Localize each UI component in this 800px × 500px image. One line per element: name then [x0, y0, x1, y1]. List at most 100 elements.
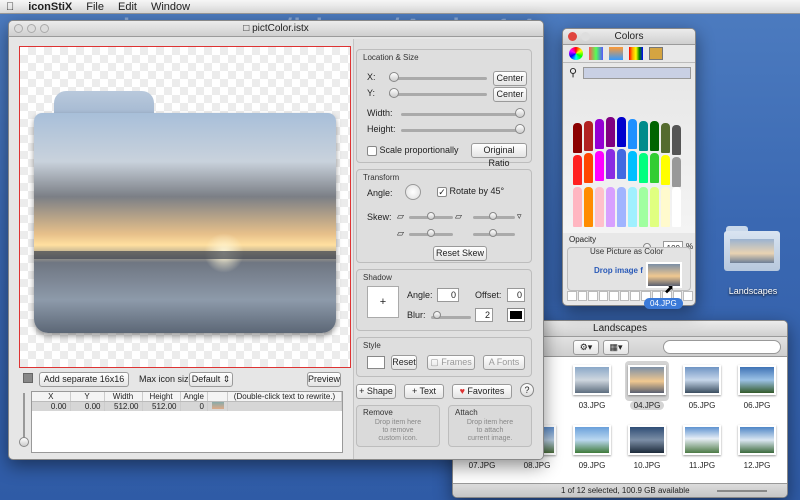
col-width[interactable]: Width: [104, 392, 143, 402]
desktop-folder-label: Landscapes: [728, 286, 778, 296]
file-thumb-11[interactable]: [683, 425, 721, 455]
rotate45-checkbox[interactable]: ✓: [437, 186, 447, 197]
cell-angle[interactable]: 0: [180, 401, 208, 411]
add-text-button[interactable]: + Text: [404, 384, 444, 399]
spectrum-icon[interactable]: [629, 47, 643, 60]
layer-vertical-slider[interactable]: [19, 393, 29, 449]
width-slider[interactable]: [401, 113, 521, 116]
angle-dial[interactable]: [405, 184, 421, 200]
add-separate-button[interactable]: Add separate 16x16: [39, 372, 129, 387]
minimize-icon[interactable]: [27, 24, 36, 33]
frames-button[interactable]: ▢ Frames: [427, 355, 475, 370]
x-slider[interactable]: [389, 77, 487, 80]
folder-image-preview: [34, 113, 336, 333]
apple-icon[interactable]: : [6, 1, 14, 13]
transform-group: Transform Angle: ✓ Rotate by 45° Skew: ▱…: [356, 169, 532, 263]
help-button[interactable]: ?: [520, 383, 534, 397]
separate-swatch[interactable]: [23, 373, 33, 383]
file-thumb-05[interactable]: [683, 365, 721, 395]
scale-label: Scale proportionally: [379, 145, 459, 155]
file-thumb-04[interactable]: [628, 365, 666, 395]
shadow-offset-field[interactable]: 0: [507, 288, 525, 302]
col-angle[interactable]: Angle: [180, 392, 208, 402]
shadow-blur-field[interactable]: 2: [475, 308, 493, 322]
height-knob[interactable]: [515, 124, 525, 134]
favorites-button[interactable]: ♥ Favorites: [452, 384, 512, 399]
original-ratio-button[interactable]: Original Ratio: [471, 143, 527, 168]
drop-image-hint[interactable]: Drop image f: [594, 266, 643, 275]
style-reset-button[interactable]: Reset: [391, 355, 417, 370]
rotate45-row[interactable]: ✓ Rotate by 45°: [437, 186, 504, 197]
menu-window[interactable]: Window: [151, 1, 190, 13]
skew-label: Skew:: [367, 212, 392, 222]
close-icon[interactable]: [568, 32, 577, 41]
cell-height[interactable]: 512.00: [142, 401, 181, 411]
cell-y[interactable]: 0.00: [70, 401, 105, 411]
cell-x[interactable]: 0.00: [32, 401, 71, 411]
file-label-07: 07.JPG: [468, 461, 496, 470]
fonts-button[interactable]: A Fonts: [483, 355, 525, 370]
file-thumb-09[interactable]: [573, 425, 611, 455]
table-row[interactable]: 0.00 0.00 512.00 512.00 0: [32, 401, 343, 411]
center-x-button[interactable]: Center: [493, 71, 527, 86]
remove-label: Remove: [363, 408, 393, 417]
file-thumb-03[interactable]: [573, 365, 611, 395]
menu-file[interactable]: File: [86, 1, 104, 13]
zoom-icon[interactable]: [40, 24, 49, 33]
shadow-direction-pad[interactable]: +: [367, 286, 399, 318]
height-slider[interactable]: [401, 129, 521, 132]
col-hint[interactable]: (Double-click text to rewrite.): [227, 392, 343, 402]
close-icon[interactable]: [14, 24, 23, 33]
icon-size-slider[interactable]: [717, 490, 767, 492]
crayon-box[interactable]: [563, 83, 695, 233]
cell-width[interactable]: 512.00: [104, 401, 143, 411]
shadow-blur-knob[interactable]: [433, 311, 441, 319]
col-thumb[interactable]: [207, 392, 228, 402]
icon-canvas[interactable]: [19, 46, 351, 368]
skew-v2-knob[interactable]: [489, 229, 497, 237]
style-color-well[interactable]: [367, 356, 385, 369]
y-knob[interactable]: [389, 88, 399, 98]
colors-modes: [563, 45, 695, 63]
desktop-folder-icon[interactable]: [722, 222, 782, 272]
skew-v1-knob[interactable]: [427, 229, 435, 237]
shadow-label: Shadow: [363, 273, 392, 282]
add-shape-button[interactable]: + Shape: [356, 384, 396, 399]
skew-h1-knob[interactable]: [427, 212, 435, 220]
width-knob[interactable]: [515, 108, 525, 118]
shadow-color-well[interactable]: [507, 308, 525, 322]
file-thumb-10[interactable]: [628, 425, 666, 455]
shadow-angle-field[interactable]: 0: [437, 288, 459, 302]
col-height[interactable]: Height: [142, 392, 181, 402]
preview-button[interactable]: Preview: [307, 372, 341, 387]
file-thumb-12[interactable]: [738, 425, 776, 455]
skew-v-left-icon: ▱: [397, 228, 404, 238]
color-wheel-icon[interactable]: [569, 47, 583, 60]
sliders-icon[interactable]: [589, 47, 603, 60]
skew-left-icon: ▱: [397, 211, 404, 221]
menu-edit[interactable]: Edit: [118, 1, 137, 13]
scale-checkbox-row[interactable]: Scale proportionally: [367, 145, 459, 156]
skew-h2-knob[interactable]: [489, 212, 497, 220]
finder-search-input[interactable]: [663, 340, 781, 354]
remove-dropzone[interactable]: Remove Drop item here to remove custom i…: [356, 405, 440, 447]
attach-dropzone[interactable]: Attach Drop item here to attach current …: [448, 405, 532, 447]
center-y-button[interactable]: Center: [493, 87, 527, 102]
palettes-icon[interactable]: [609, 47, 623, 60]
x-label: X:: [367, 72, 376, 82]
main-titlebar: □ pictColor.istx: [9, 21, 543, 37]
file-thumb-06[interactable]: [738, 365, 776, 395]
action-gear-button[interactable]: ⚙▾: [573, 340, 599, 355]
max-icon-size-select[interactable]: Default ⇕: [189, 372, 233, 387]
magnifier-icon[interactable]: ⚲: [569, 66, 577, 79]
crayons-icon[interactable]: [649, 47, 663, 60]
menu-app[interactable]: iconStiX: [28, 1, 72, 13]
col-y[interactable]: Y: [70, 392, 105, 402]
x-knob[interactable]: [389, 72, 399, 82]
y-slider[interactable]: [389, 93, 487, 96]
cell-thumb-icon: [207, 401, 228, 411]
col-x[interactable]: X: [32, 392, 71, 402]
arrange-button[interactable]: ▦▾: [603, 340, 629, 355]
reset-skew-button[interactable]: Reset Skew: [433, 246, 487, 261]
scale-checkbox[interactable]: [367, 145, 377, 156]
